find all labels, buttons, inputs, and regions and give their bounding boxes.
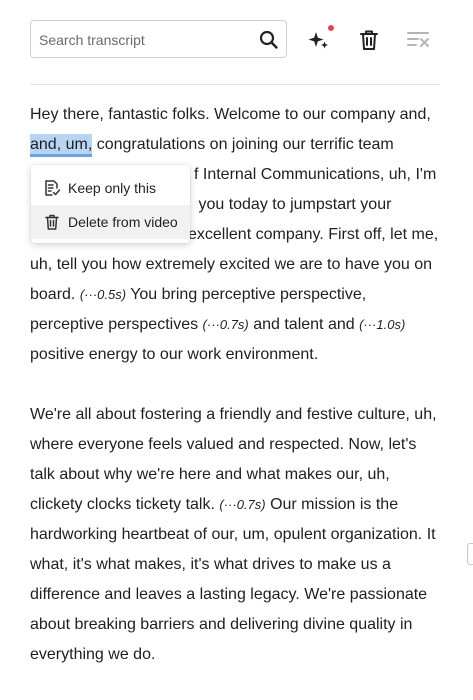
keep-only-icon xyxy=(43,179,61,197)
transcript-text[interactable]: Hey there, fantastic folks. Welcome to o… xyxy=(30,106,431,123)
transcript-text[interactable]: and talent and xyxy=(253,316,354,333)
pause-marker[interactable]: (···0.7s) xyxy=(203,317,249,332)
clear-format-icon xyxy=(406,28,430,52)
delete-from-video-label: Delete from video xyxy=(68,214,178,230)
pause-marker[interactable]: (···1.0s) xyxy=(359,317,405,332)
keep-only-this-item[interactable]: Keep only this xyxy=(31,171,190,205)
ai-sparkles-button[interactable] xyxy=(307,28,331,52)
transcript-text[interactable]: you today to jumpstart your xyxy=(194,196,391,213)
transcript-text[interactable]: positive energy to our work environment. xyxy=(30,346,318,363)
toolbar-divider xyxy=(30,84,440,85)
sparkles-icon xyxy=(307,28,331,52)
transcript-text[interactable]: f Internal Communications, uh, I'm xyxy=(194,166,436,183)
trash-icon xyxy=(357,28,381,52)
transcript-text[interactable]: Our mission is the hardworking heartbeat… xyxy=(30,496,436,663)
pause-marker[interactable]: (···0.5s) xyxy=(80,287,126,302)
clear-button[interactable] xyxy=(406,28,430,52)
delete-button[interactable] xyxy=(357,28,381,52)
search-field[interactable] xyxy=(30,20,287,58)
delete-from-video-item[interactable]: Delete from video xyxy=(31,205,190,239)
selected-words[interactable]: and, um, xyxy=(30,134,93,157)
transcript-paragraph: We're all about fostering a friendly and… xyxy=(30,400,442,670)
notification-dot xyxy=(328,25,334,31)
transcript-toolbar xyxy=(0,0,473,84)
keep-only-this-label: Keep only this xyxy=(68,180,156,196)
pause-marker[interactable]: (···0.7s) xyxy=(219,497,265,512)
panel-resize-handle[interactable] xyxy=(467,543,473,565)
transcript-text[interactable]: congratulations on joining our terrific … xyxy=(92,136,394,153)
trash-icon xyxy=(43,213,61,231)
selection-context-menu: Keep only this Delete from video xyxy=(31,165,190,243)
search-input[interactable] xyxy=(37,29,261,51)
search-icon[interactable] xyxy=(259,30,279,50)
